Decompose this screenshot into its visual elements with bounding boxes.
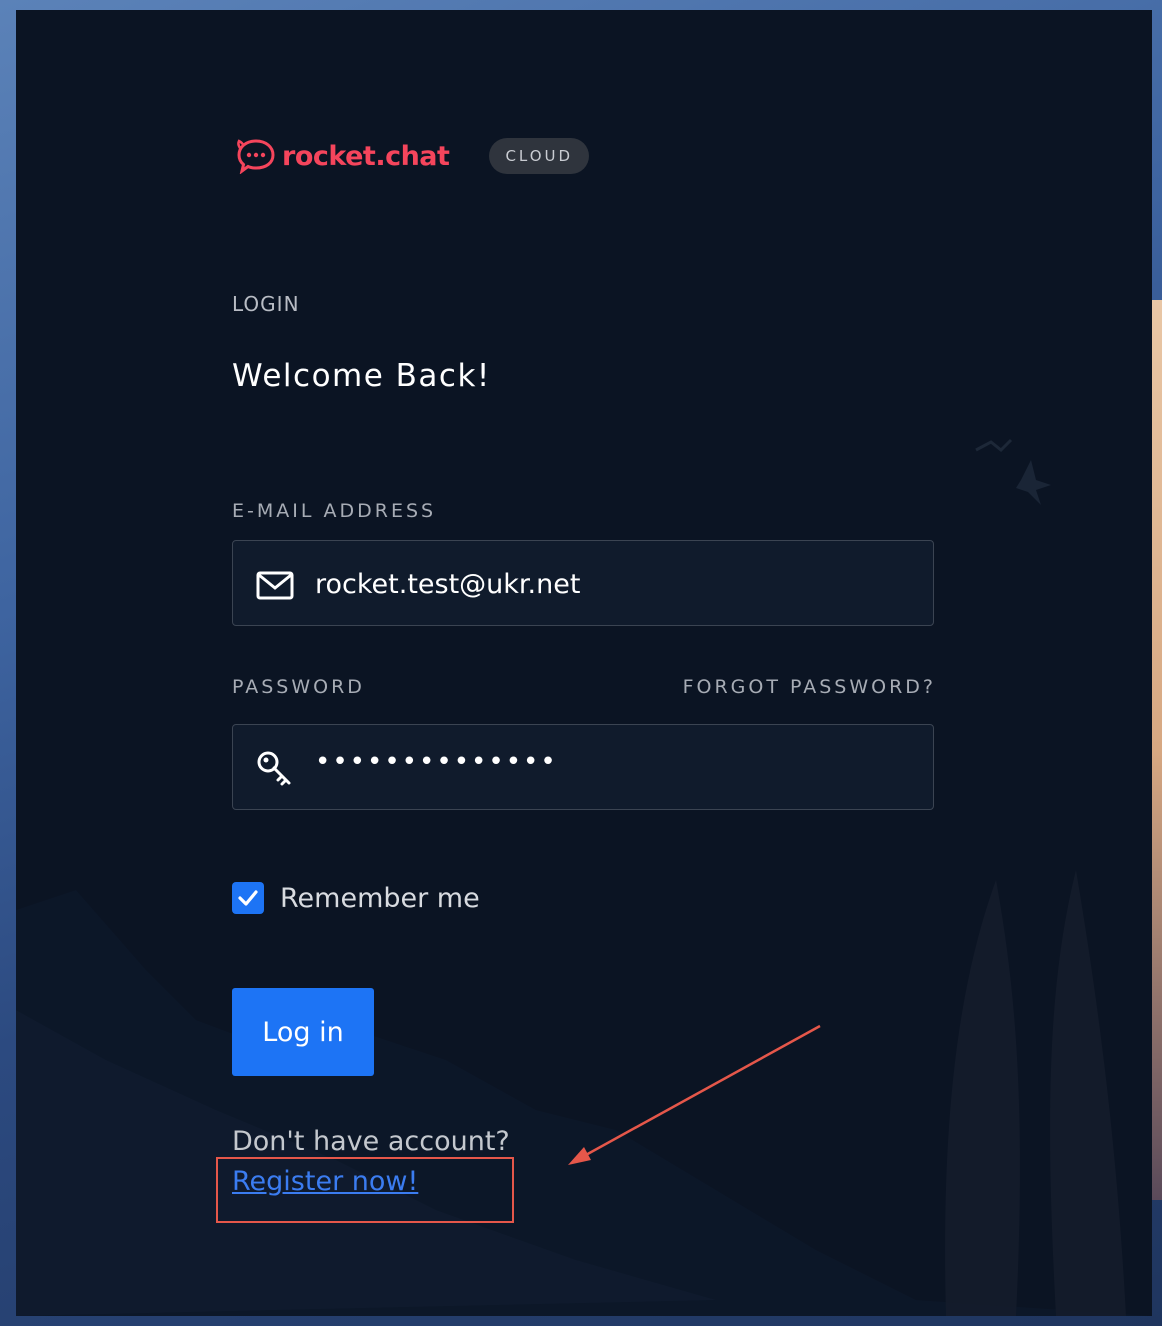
mail-icon [256, 571, 294, 600]
brand-name: rocket.chat [282, 140, 450, 172]
remember-me[interactable]: Remember me [232, 882, 480, 914]
rocket-chat-bubble-icon [237, 139, 275, 174]
email-value: rocket.test@ukr.net [315, 568, 581, 600]
no-account-text: Don't have account? [232, 1126, 510, 1157]
remember-me-checkbox[interactable] [232, 882, 264, 914]
password-value: •••••••••••••• [315, 747, 558, 777]
login-button[interactable]: Log in [232, 988, 374, 1076]
background-scenery [16, 438, 1152, 1316]
email-label: E-MAIL ADDRESS [232, 500, 437, 522]
cloud-badge: CLOUD [489, 138, 590, 174]
remember-me-label: Remember me [280, 882, 480, 914]
login-panel: rocket.chat CLOUD LOGIN Welcome Back! E-… [16, 10, 1152, 1316]
annotation-highlight-box [216, 1157, 514, 1223]
key-icon [257, 751, 291, 786]
password-label: PASSWORD [232, 676, 365, 698]
rocket-chat-logo: rocket.chat [236, 138, 450, 174]
email-field[interactable]: rocket.test@ukr.net [232, 540, 934, 626]
section-label: LOGIN [232, 292, 300, 316]
checkmark-icon [238, 890, 258, 906]
forgot-password-link[interactable]: FORGOT PASSWORD? [674, 676, 936, 698]
page-title: Welcome Back! [232, 358, 491, 394]
brand-header: rocket.chat CLOUD [236, 136, 590, 176]
password-field[interactable]: •••••••••••••• [232, 724, 934, 810]
